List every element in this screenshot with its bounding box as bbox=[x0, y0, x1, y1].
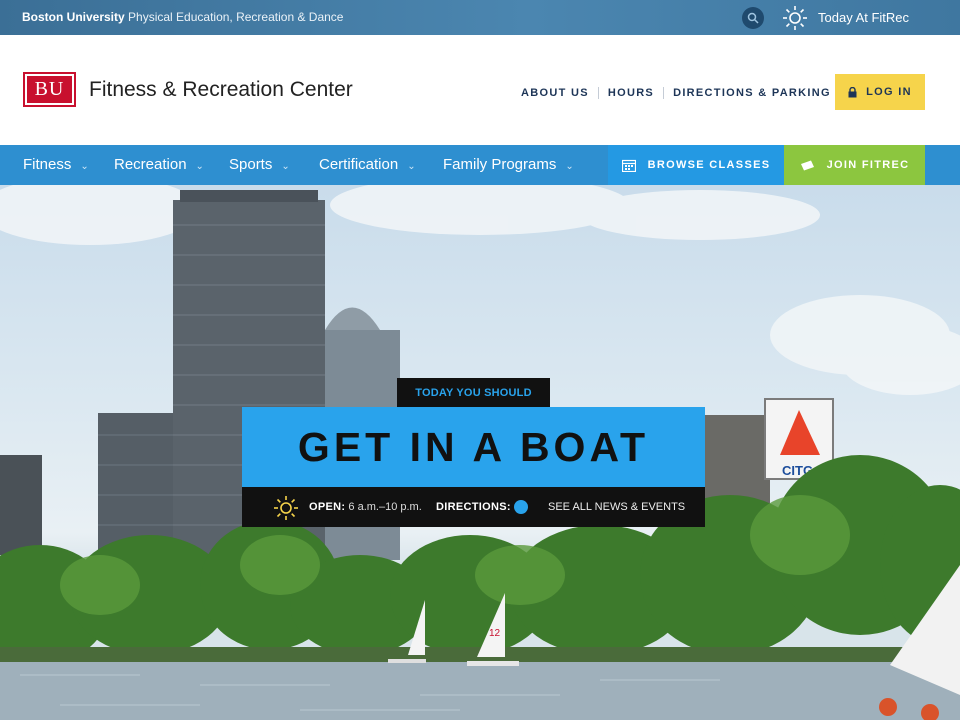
site-header: BU Fitness & Recreation Center ABOUT US … bbox=[0, 35, 960, 145]
hours-link[interactable]: HOURS bbox=[608, 87, 654, 99]
top-utility-bar: Boston University Physical Education, Re… bbox=[0, 0, 960, 35]
university-name: Boston University bbox=[22, 10, 125, 24]
nav-bar-end bbox=[925, 145, 960, 185]
open-label: OPEN: bbox=[309, 501, 346, 513]
ticket-icon bbox=[800, 160, 814, 170]
sun-icon bbox=[273, 495, 299, 521]
site-title[interactable]: Fitness & Recreation Center bbox=[89, 78, 353, 102]
nav-item-family-programs[interactable]: Family Programs ⌄ bbox=[443, 156, 574, 173]
nav-label: Family Programs bbox=[443, 156, 557, 173]
open-hours-value: 6 a.m.–10 p.m. bbox=[348, 501, 422, 513]
chevron-down-icon: ⌄ bbox=[195, 161, 204, 172]
login-button[interactable]: LOG IN bbox=[835, 74, 925, 110]
nav-item-fitness[interactable]: Fitness ⌄ bbox=[23, 156, 89, 173]
utility-nav: ABOUT US HOURS DIRECTIONS & PARKING bbox=[521, 87, 831, 99]
about-us-link[interactable]: ABOUT US bbox=[521, 87, 589, 99]
chevron-down-icon: ⌄ bbox=[281, 161, 290, 172]
today-at-fitrec-link[interactable]: Today At FitRec bbox=[818, 10, 909, 25]
calendar-icon bbox=[621, 159, 636, 172]
lock-icon bbox=[848, 86, 857, 97]
nav-item-sports[interactable]: Sports ⌄ bbox=[229, 156, 290, 173]
directions-parking-link[interactable]: DIRECTIONS & PARKING bbox=[673, 87, 831, 99]
nav-label: Sports bbox=[229, 156, 273, 173]
see-all-news-link[interactable]: SEE ALL NEWS & EVENTS bbox=[548, 501, 685, 513]
hero-headline[interactable]: GET IN A BOAT bbox=[242, 407, 705, 487]
transit-icon[interactable] bbox=[514, 500, 528, 514]
login-label: LOG IN bbox=[866, 86, 912, 98]
sun-icon[interactable] bbox=[782, 5, 808, 31]
directions-label: DIRECTIONS: bbox=[436, 501, 511, 513]
bu-logo[interactable]: BU bbox=[23, 72, 76, 107]
divider bbox=[597, 87, 599, 99]
bu-logo-text: BU bbox=[27, 76, 72, 103]
chevron-down-icon: ⌄ bbox=[80, 161, 89, 172]
directions-label-text: DIRECTIONS: bbox=[436, 501, 511, 513]
nav-item-recreation[interactable]: Recreation ⌄ bbox=[114, 156, 204, 173]
sail-number: 12 bbox=[489, 628, 501, 639]
join-fitrec-button[interactable]: JOIN FITREC bbox=[784, 145, 925, 185]
search-icon[interactable] bbox=[742, 7, 764, 29]
hero-info-bar: OPEN: 6 a.m.–10 p.m. DIRECTIONS: SEE ALL… bbox=[242, 487, 705, 527]
department-name: Physical Education, Recreation & Dance bbox=[128, 10, 344, 24]
nav-item-certification[interactable]: Certification ⌄ bbox=[319, 156, 416, 173]
nav-label: Recreation bbox=[114, 156, 187, 173]
chevron-down-icon: ⌄ bbox=[407, 161, 416, 172]
join-fitrec-label: JOIN FITREC bbox=[826, 159, 910, 171]
divider bbox=[663, 87, 665, 99]
browse-classes-label: BROWSE CLASSES bbox=[647, 159, 771, 171]
nav-label: Certification bbox=[319, 156, 399, 173]
browse-classes-button[interactable]: BROWSE CLASSES bbox=[608, 145, 784, 185]
today-you-should-tag: TODAY YOU SHOULD bbox=[397, 378, 550, 407]
open-hours: OPEN: 6 a.m.–10 p.m. bbox=[309, 501, 422, 513]
chevron-down-icon: ⌄ bbox=[565, 161, 574, 172]
nav-label: Fitness bbox=[23, 156, 72, 173]
department-link[interactable]: Boston University Physical Education, Re… bbox=[22, 10, 343, 24]
